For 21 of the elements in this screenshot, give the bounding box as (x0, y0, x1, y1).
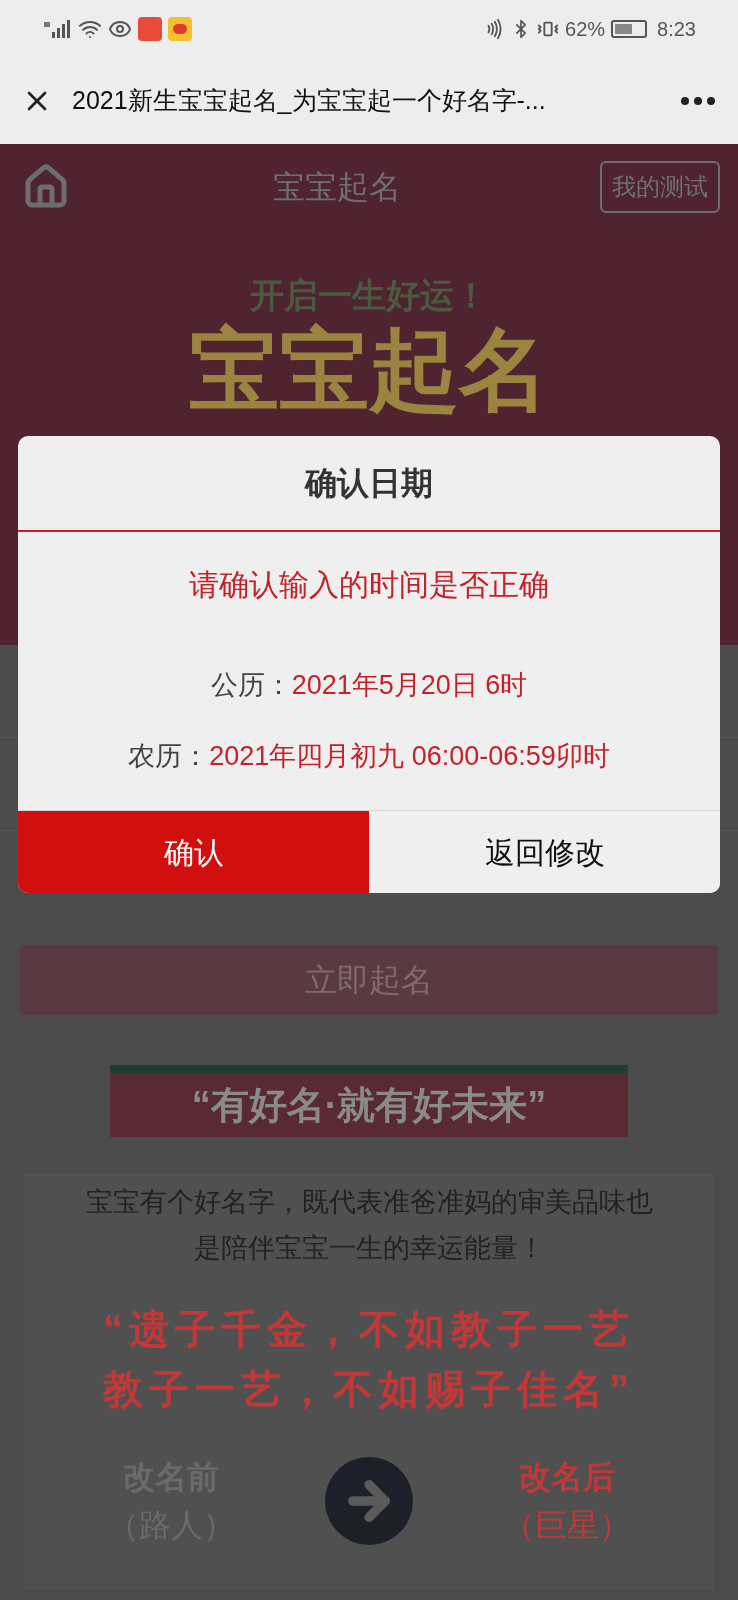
comparison-label: 改名后 (519, 1458, 615, 1497)
app-icon (138, 17, 162, 41)
confirm-button[interactable]: 确认 (18, 811, 369, 893)
date-value: 2021年四月初九 06:00-06:59卯时 (209, 739, 610, 773)
header-title: 宝宝起名 (273, 168, 401, 207)
page-title: 2021新生宝宝起名_为宝宝起一个好名字-... (72, 85, 547, 117)
signal-icon (42, 18, 72, 40)
slogan-text: “有好名·就有好未来” (191, 1082, 547, 1128)
dialog-title: 确认日期 (305, 464, 433, 503)
date-label: 公历： (210, 669, 292, 702)
dialog-message: 请确认输入的时间是否正确 (189, 567, 549, 603)
more-icon (681, 97, 715, 105)
date-value: 2021年5月20日 6时 (291, 669, 528, 702)
quote-line: 教子一艺，不如赐子佳名” (103, 1366, 635, 1413)
date-label: 农历： (128, 739, 210, 773)
battery-icon (611, 20, 648, 38)
battery-percent: 62% (565, 17, 606, 42)
clock-time: 8:23 (657, 17, 696, 42)
comparison-note: （巨星） (503, 1506, 631, 1545)
quote-line: “遗子千金，不如教子一艺 (103, 1306, 635, 1353)
app-icon (168, 17, 192, 41)
